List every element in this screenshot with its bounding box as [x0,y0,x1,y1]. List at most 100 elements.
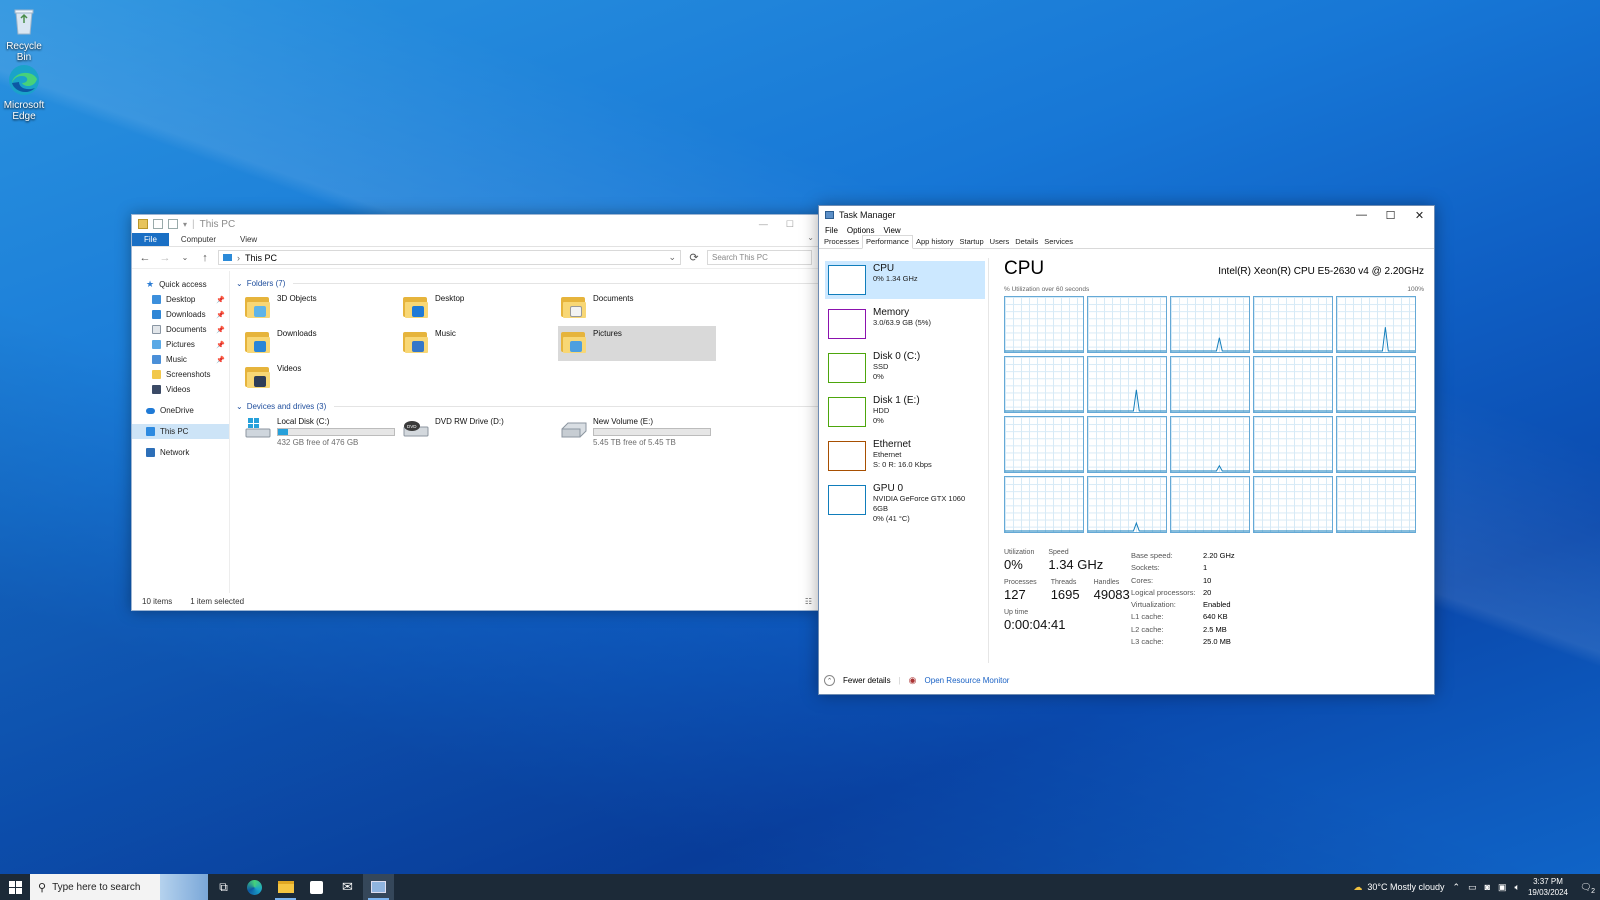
menu-options[interactable]: Options [847,226,875,235]
new-folder-quick-icon[interactable] [168,219,178,229]
folder-videos[interactable]: Videos [242,361,400,396]
taskbar-edge[interactable] [239,874,270,900]
ribbon-expand-icon[interactable]: ⌄ [807,233,818,246]
cpu-stats: Utilization 0% Speed 1.34 GHz Processes … [1004,549,1424,646]
menu-file[interactable]: File [825,226,838,235]
nav-desktop[interactable]: Desktop 📌 [132,292,229,307]
explorer-search-input[interactable]: Search This PC [707,250,812,265]
taskbar-search-box[interactable]: ⚲ Type here to search [30,874,208,900]
address-bar[interactable]: › This PC ⌄ [218,250,681,265]
spec-value: 2.5 MB [1203,624,1227,634]
resource-cpu[interactable]: CPU 0% 1.34 GHz [825,261,985,299]
recent-locations-icon[interactable]: ⌄ [178,253,192,262]
resource-disk-1-e[interactable]: Disk 1 (E:) HDD 0% [825,393,985,431]
tab-services[interactable]: Services [1041,237,1076,248]
desktop-icon-edge[interactable]: Microsoft Edge [0,63,48,122]
drive-label: Local Disk (C:) [277,417,330,426]
maximize-icon[interactable]: ☐ [1376,209,1405,222]
up-arrow-icon[interactable]: ↑ [198,252,212,264]
ribbon-tab-computer[interactable]: Computer [169,233,228,246]
back-arrow-icon[interactable]: ← [138,252,152,264]
taskbar-store[interactable] [301,874,332,900]
star-icon: ★ [146,279,155,289]
ribbon-tab-file[interactable]: File [132,233,169,246]
breadcrumb-this-pc[interactable]: This PC [245,253,277,263]
nav-quick-access[interactable]: ★ Quick access [132,277,229,292]
file-explorer-window[interactable]: ▾ | This PC — ☐ File Computer View ⌄ ← →… [131,214,819,611]
open-resource-monitor-link[interactable]: Open Resource Monitor [925,676,1010,685]
action-center-button[interactable]: 🗨︎ 2 [1576,879,1596,896]
refresh-icon[interactable]: ⟳ [687,251,701,264]
show-hidden-icons-chevron-icon[interactable]: ⌃ [1453,882,1461,893]
spec-value: 1 [1203,563,1208,573]
weather-widget[interactable]: ☁ 30°C Mostly cloudy [1353,882,1444,893]
meet-now-icon[interactable]: ◙ [1485,882,1490,892]
resource-memory[interactable]: Memory 3.0/63.9 GB (5%) [825,305,985,343]
folder-downloads[interactable]: Downloads [242,326,400,361]
drive-usage-bar [277,428,395,436]
task-view-button[interactable]: ⧉ [208,874,239,900]
resource-detail: 3.0/63.9 GB (5%) [873,318,931,327]
tab-app-history[interactable]: App history [913,237,957,248]
nav-videos[interactable]: Videos [132,382,229,397]
nav-onedrive[interactable]: OneDrive [132,403,229,418]
nav-label: Quick access [159,280,207,289]
nav-screenshots[interactable]: Screenshots [132,367,229,382]
folder-music[interactable]: Music [400,326,558,361]
volume-icon[interactable]: 🔈︎ [1515,882,1520,893]
chevron-up-icon[interactable]: ⌃ [824,675,835,686]
nav-downloads[interactable]: Downloads 📌 [132,307,229,322]
drive-dvd-d[interactable]: DVD DVD RW Drive (D:) [400,414,558,456]
nav-music[interactable]: Music 📌 [132,352,229,367]
start-button[interactable] [0,874,30,900]
network-status-icon[interactable]: ▣ [1498,882,1507,893]
taskbar-mail[interactable]: ✉ [332,874,363,900]
resource-disk-0-c[interactable]: Disk 0 (C:) SSD 0% [825,349,985,387]
nav-network[interactable]: Network [132,445,229,460]
explorer-navigation-pane: ★ Quick access Desktop 📌 Downloads 📌 Docum… [132,271,230,593]
folder-pictures[interactable]: Pictures [558,326,716,361]
quick-access-dropdown-icon[interactable]: ▾ [183,220,187,229]
resource-ethernet[interactable]: Ethernet Ethernet S: 0 R: 16.0 Kbps [825,437,985,475]
clock[interactable]: 3:37 PM 19/03/2024 [1528,876,1568,898]
forward-arrow-icon[interactable]: → [158,252,172,264]
pin-icon: 📌 [216,311,225,319]
uptime-stat: Up time 0:00:04:41 [1004,609,1066,632]
maximize-icon[interactable]: ☐ [786,219,794,230]
resource-gpu-0[interactable]: GPU 0 NVIDIA GeForce GTX 1060 6GB 0% (41 °… [825,481,985,523]
address-dropdown-icon[interactable]: ⌄ [668,252,680,263]
close-icon[interactable]: ✕ [1405,209,1434,222]
menu-view[interactable]: View [883,226,900,235]
taskbar-task-manager[interactable] [363,874,394,900]
tab-performance[interactable]: Performance [862,235,913,249]
folders-group-header[interactable]: ⌄ Folders (7) [236,277,818,289]
folder-desktop[interactable]: Desktop [400,291,558,326]
desktop-icon-recycle-bin[interactable]: Recycle Bin [0,4,48,63]
properties-quick-icon[interactable] [153,219,163,229]
nav-documents[interactable]: Documents 📌 [132,322,229,337]
tab-details[interactable]: Details [1012,237,1041,248]
folder-documents[interactable]: Documents [558,291,716,326]
tab-users[interactable]: Users [987,237,1013,248]
tab-startup[interactable]: Startup [956,237,986,248]
ribbon-tab-view[interactable]: View [228,233,269,246]
minimize-icon[interactable]: — [759,219,768,230]
folder-3d-objects[interactable]: 3D Objects [242,291,400,326]
tray-app-icon[interactable]: ▭ [1468,882,1477,893]
nav-pictures[interactable]: Pictures 📌 [132,337,229,352]
logical-processor-graphs[interactable] [1004,296,1424,533]
nav-this-pc[interactable]: This PC [132,424,229,439]
minimize-icon[interactable]: — [1347,209,1376,222]
taskbar-file-explorer[interactable] [270,874,301,900]
drive-local-disk-c[interactable]: Local Disk (C:) 432 GB free of 476 GB [242,414,400,456]
drives-group-header[interactable]: ⌄ Devices and drives (3) [236,400,818,412]
drive-new-volume-e[interactable]: New Volume (E:) 5.45 TB free of 5.45 TB [558,414,716,456]
logical-processor-graph [1253,476,1333,533]
fewer-details-link[interactable]: Fewer details [843,676,891,685]
nav-label: Documents [166,325,207,334]
details-view-icon[interactable]: ☷ [805,597,818,606]
task-manager-window[interactable]: Task Manager — ☐ ✕ File Options View Pro… [818,205,1435,695]
folder-label: Pictures [593,329,622,338]
cpu-usage-line [1088,389,1166,412]
tab-processes[interactable]: Processes [821,237,862,248]
